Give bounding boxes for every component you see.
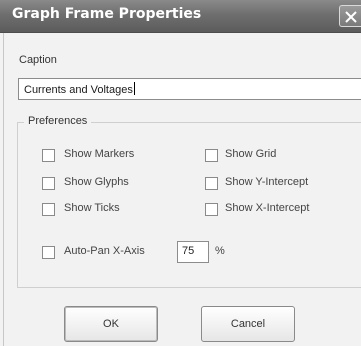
window-title: Graph Frame Properties [12, 6, 202, 22]
caption-input[interactable]: Currents and Voltages [18, 78, 361, 100]
show-glyphs-label[interactable]: Show Glyphs [64, 176, 129, 188]
show-ticks-checkbox[interactable] [42, 203, 55, 216]
show-markers-checkbox[interactable] [42, 149, 55, 162]
show-grid-checkbox[interactable] [205, 149, 218, 162]
auto-pan-label[interactable]: Auto-Pan X-Axis [64, 245, 145, 257]
show-y-intercept-checkbox[interactable] [205, 177, 218, 190]
text-caret [133, 82, 135, 95]
caption-input-value: Currents and Voltages [24, 84, 133, 96]
show-ticks-label[interactable]: Show Ticks [64, 202, 120, 214]
preferences-legend: Preferences [24, 115, 92, 127]
auto-pan-checkbox[interactable] [42, 246, 55, 259]
show-glyphs-checkbox[interactable] [42, 177, 55, 190]
show-y-intercept-label[interactable]: Show Y-Intercept [225, 176, 308, 188]
percent-unit: % [215, 245, 225, 257]
show-markers-label[interactable]: Show Markers [64, 148, 134, 160]
show-x-intercept-label[interactable]: Show X-Intercept [225, 202, 309, 214]
show-grid-label[interactable]: Show Grid [225, 148, 276, 160]
title-bar[interactable]: Graph Frame Properties [0, 0, 361, 33]
auto-pan-percent-input[interactable]: 75 [177, 241, 209, 263]
close-button[interactable] [339, 5, 361, 27]
caption-label: Caption [19, 54, 57, 66]
show-x-intercept-checkbox[interactable] [205, 203, 218, 216]
ok-button[interactable]: OK [64, 306, 158, 342]
close-icon [345, 11, 357, 23]
cancel-button[interactable]: Cancel [201, 306, 295, 342]
graph-frame-properties-dialog: Graph Frame Properties Caption Currents … [0, 0, 361, 346]
